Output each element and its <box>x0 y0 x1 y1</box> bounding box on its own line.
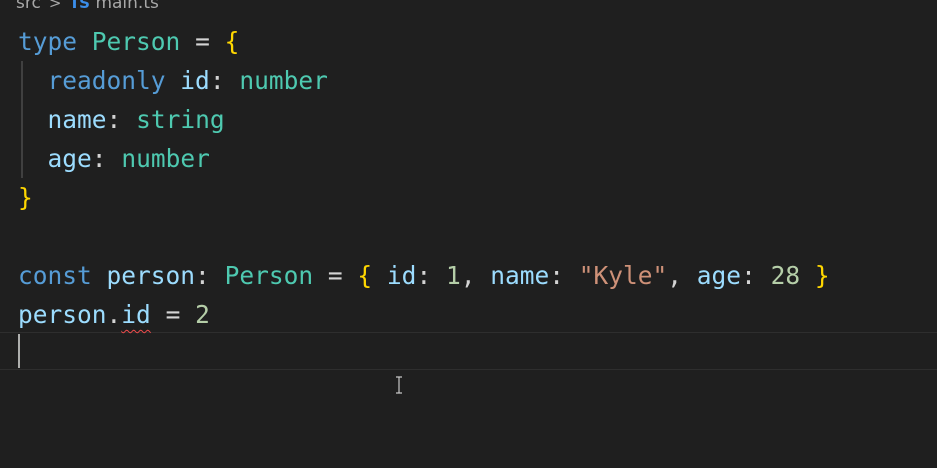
code-line-7[interactable]: const person: Person = { id: 1, name: "K… <box>18 256 937 295</box>
property: name <box>490 261 550 290</box>
error-property[interactable]: id <box>121 300 151 329</box>
chevron-right-icon: > <box>48 0 62 12</box>
code-line-6[interactable] <box>18 217 937 256</box>
type-name: Person <box>91 27 181 56</box>
colon: : <box>209 66 225 95</box>
number-literal: 1 <box>445 261 461 290</box>
type-name: number <box>239 66 328 95</box>
code-editor[interactable]: src > TS main.ts type Person = { readonl… <box>0 0 937 468</box>
property: age <box>696 261 742 290</box>
dot: . <box>106 300 122 329</box>
text-cursor <box>18 334 20 368</box>
brace: { <box>357 261 373 290</box>
colon: : <box>195 261 210 290</box>
variable: person <box>18 300 107 329</box>
breadcrumb-folder[interactable]: src <box>16 0 41 13</box>
keyword: type <box>18 27 78 56</box>
operator: = <box>327 261 343 290</box>
modifier: readonly <box>47 66 166 95</box>
property: name <box>47 105 107 134</box>
brace: } <box>814 261 830 290</box>
operator: = <box>165 300 181 329</box>
property: age <box>47 144 92 173</box>
property: id <box>180 66 210 95</box>
brace: } <box>18 183 33 212</box>
string-literal: "Kyle" <box>578 261 668 290</box>
number-literal: 2 <box>195 300 210 329</box>
breadcrumb-file[interactable]: main.ts <box>95 0 158 13</box>
code-line-4[interactable]: age: number <box>18 139 937 178</box>
ibeam-cursor-icon <box>396 376 402 394</box>
current-line-highlight <box>0 332 937 370</box>
code-line-2[interactable]: readonly id: number <box>18 61 937 100</box>
variable: person <box>106 261 196 290</box>
type-name: string <box>136 105 225 134</box>
colon: : <box>91 144 107 173</box>
colon: : <box>106 105 122 134</box>
number-literal: 28 <box>770 261 801 290</box>
type-name: Person <box>224 261 314 290</box>
typescript-file-icon: TS <box>69 0 90 12</box>
code-line-8[interactable]: person.id = 2 <box>18 295 937 334</box>
code-area[interactable]: type Person = { readonly id: number name… <box>18 22 937 334</box>
brace: { <box>224 27 240 56</box>
keyword: const <box>18 261 92 290</box>
type-name: number <box>121 144 210 173</box>
property: id <box>386 261 417 290</box>
code-line-5[interactable]: } <box>18 178 937 217</box>
operator: = <box>195 27 210 56</box>
breadcrumb: src > TS main.ts <box>16 0 159 14</box>
code-line-3[interactable]: name: string <box>18 100 937 139</box>
code-line-1[interactable]: type Person = { <box>18 22 937 61</box>
